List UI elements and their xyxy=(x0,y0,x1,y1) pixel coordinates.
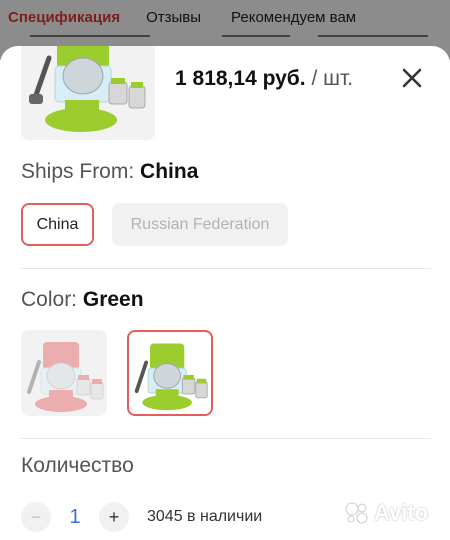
color-label: Color: xyxy=(21,288,78,311)
close-button[interactable] xyxy=(398,64,426,92)
watermark-text: Avito xyxy=(374,500,429,525)
divider xyxy=(21,268,431,269)
grater-green-image xyxy=(29,46,146,132)
sku-selector-sheet: 1 818,14 руб. / шт. Ships From: China Ch… xyxy=(0,46,450,540)
color-option-green[interactable] xyxy=(127,330,213,416)
color-heading: Color: Green xyxy=(21,288,144,312)
ships-from-label: Ships From: xyxy=(21,160,135,183)
ships-from-value: China xyxy=(140,160,199,183)
price-value: 1 818,14 руб. xyxy=(175,67,306,90)
avito-watermark: Avito xyxy=(344,500,428,526)
price: 1 818,14 руб. / шт. xyxy=(175,67,353,91)
product-thumbnail xyxy=(21,46,155,140)
quantity-stepper: − 1 + 3045 в наличии xyxy=(21,502,262,532)
quantity-value[interactable]: 1 xyxy=(51,506,99,529)
ships-from-option-china[interactable]: China xyxy=(21,203,94,246)
quantity-heading: Количество xyxy=(21,454,134,477)
ships-from-option-russia[interactable]: Russian Federation xyxy=(112,203,288,246)
ships-from-heading: Ships From: China xyxy=(21,160,198,184)
decrease-button[interactable]: − xyxy=(21,502,51,532)
grater-green-image xyxy=(134,343,208,411)
color-value: Green xyxy=(82,288,144,311)
stock-count: 3045 в наличии xyxy=(147,508,263,525)
increase-button[interactable]: + xyxy=(99,502,129,532)
price-unit: / шт. xyxy=(311,67,354,90)
color-option-red[interactable] xyxy=(21,330,107,416)
close-icon xyxy=(402,68,422,88)
grater-red-image xyxy=(27,342,104,412)
divider xyxy=(21,438,431,439)
avito-logo-icon xyxy=(345,502,368,524)
